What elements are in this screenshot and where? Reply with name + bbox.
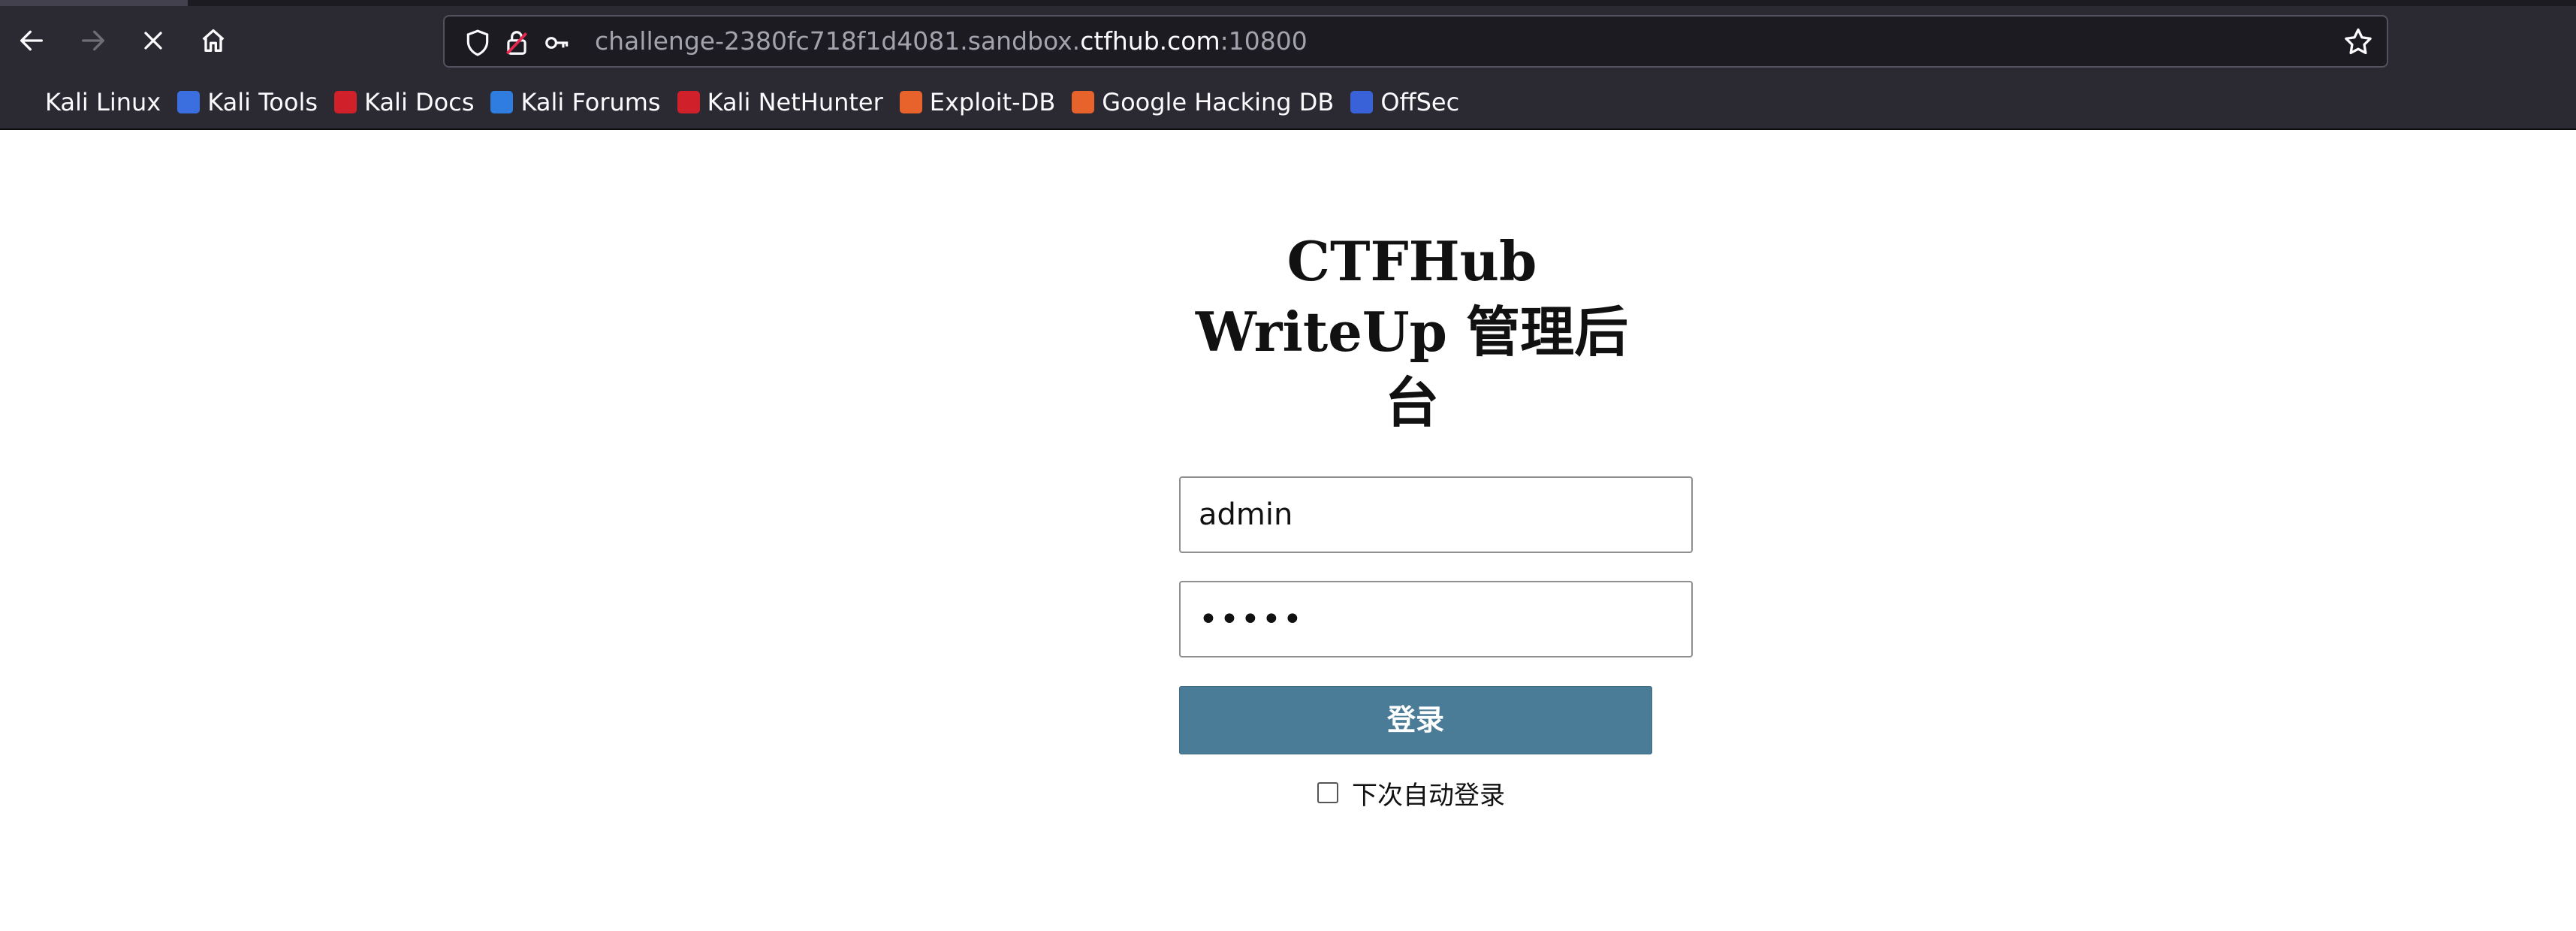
home-button[interactable] <box>189 17 237 65</box>
bookmark-item[interactable]: Kali NetHunter <box>671 81 894 123</box>
bookmark-label: Kali Linux <box>45 88 161 116</box>
stop-loading-button[interactable] <box>129 17 177 65</box>
close-icon <box>144 32 162 50</box>
url-prefix: challenge-2380fc718f1d4081.sandbox. <box>595 26 1081 56</box>
bookmark-label: Google Hacking DB <box>1102 88 1335 116</box>
bookmark-item[interactable]: Kali Tools <box>171 81 328 123</box>
kali-dragon-icon <box>15 91 38 113</box>
login-button[interactable]: 登录 <box>1179 686 1652 754</box>
bookmark-label: Kali Tools <box>207 88 318 116</box>
url-port: :10800 <box>1220 26 1308 56</box>
bookmark-item[interactable]: OffSec <box>1344 81 1470 123</box>
bookmark-star-icon[interactable] <box>2342 26 2375 59</box>
page-title: CTFHub WriteUp 管理后台 <box>1195 229 1629 434</box>
kali-tools-icon <box>177 91 201 113</box>
bookmark-item[interactable]: Google Hacking DB <box>1066 81 1344 123</box>
home-icon <box>202 29 225 53</box>
ghdb-icon <box>1072 91 1095 113</box>
login-page: CTFHub WriteUp 管理后台 登录 下次自动登录 <box>0 130 2576 931</box>
bookmark-label: Kali NetHunter <box>707 88 883 116</box>
exploit-db-icon <box>899 91 922 113</box>
tab-strip <box>0 0 2576 6</box>
kali-forums-icon <box>490 91 514 113</box>
bookmark-item[interactable]: Kali Docs <box>328 81 484 123</box>
browser-chrome: challenge-2380fc718f1d4081.sandbox.ctfhu… <box>0 0 2576 130</box>
remember-checkbox[interactable] <box>1317 782 1338 803</box>
shield-icon[interactable] <box>461 26 494 59</box>
bookmark-label: Exploit-DB <box>929 88 1056 116</box>
bookmark-item[interactable]: Kali Forums <box>484 81 671 123</box>
forward-arrow-icon <box>82 30 104 51</box>
active-tab[interactable] <box>0 0 188 6</box>
bookmark-label: Kali Forums <box>520 88 661 116</box>
kali-docs-icon <box>334 91 357 113</box>
username-input[interactable] <box>1179 476 1693 553</box>
nethunter-icon <box>677 91 700 113</box>
bookmark-item[interactable]: Kali Linux <box>9 81 171 123</box>
offsec-icon <box>1350 91 1374 113</box>
url-host: ctfhub.com <box>1080 26 1220 56</box>
url-text[interactable]: challenge-2380fc718f1d4081.sandbox.ctfhu… <box>595 17 1308 66</box>
forward-button[interactable] <box>69 17 117 65</box>
bookmark-item[interactable]: Exploit-DB <box>894 81 1066 123</box>
remember-label: 下次自动登录 <box>1352 780 1505 811</box>
remember-me[interactable]: 下次自动登录 <box>1317 775 1505 811</box>
bookmarks-toolbar: Kali Linux Kali Tools Kali Docs Kali Forums… <box>0 75 2576 129</box>
password-input[interactable] <box>1179 581 1693 657</box>
navigation-toolbar: challenge-2380fc718f1d4081.sandbox.ctfhu… <box>0 6 2576 75</box>
back-button[interactable] <box>8 17 56 65</box>
address-bar[interactable]: challenge-2380fc718f1d4081.sandbox.ctfhu… <box>443 15 2388 68</box>
bookmark-label: OffSec <box>1380 88 1460 116</box>
bookmark-label: Kali Docs <box>364 88 475 116</box>
back-arrow-icon <box>20 30 43 51</box>
insecure-lock-icon[interactable] <box>500 26 533 59</box>
key-icon[interactable] <box>541 26 574 59</box>
